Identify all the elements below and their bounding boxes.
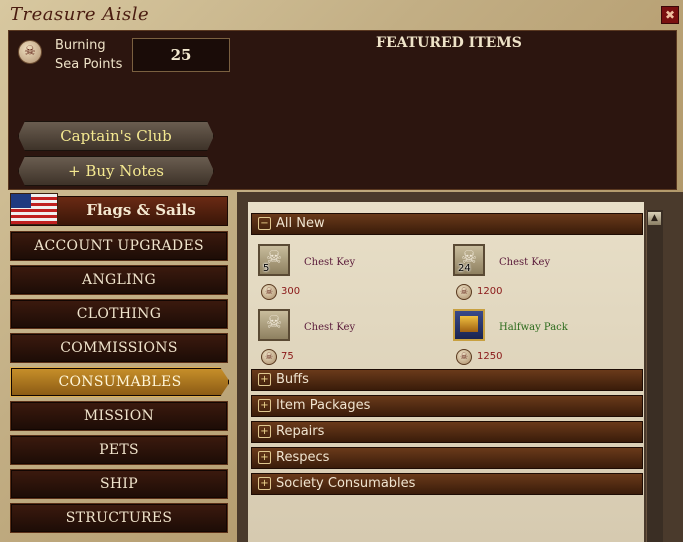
item-name[interactable]: Chest Key [304, 257, 355, 268]
section-society-consumables[interactable]: + Society Consumables [251, 473, 643, 495]
title-bar: Treasure Aisle ✖ [0, 0, 683, 30]
item-name[interactable]: Chest Key [304, 322, 355, 333]
window-title: Treasure Aisle [10, 4, 150, 25]
category-pets[interactable]: PETS [10, 435, 228, 465]
category-ship[interactable]: SHIP [10, 469, 228, 499]
section-label: Item Packages [276, 398, 371, 413]
section-label: Repairs [276, 424, 325, 439]
collapse-icon[interactable]: − [258, 217, 271, 230]
key-icon: ☠ [266, 312, 283, 333]
section-label: Society Consumables [276, 476, 416, 491]
expand-icon[interactable]: + [258, 425, 271, 438]
flags-sails-label: Flags & Sails [86, 201, 196, 219]
section-label: Respecs [276, 450, 330, 465]
item-price: 75 [281, 351, 294, 362]
halfway-pack-icon[interactable] [453, 309, 485, 341]
flag-icon [10, 193, 58, 225]
scroll-up-icon[interactable]: ▲ [648, 212, 661, 225]
points-label-line1: Burning [55, 38, 106, 53]
section-label: Buffs [276, 372, 309, 387]
category-angling[interactable]: ANGLING [10, 265, 228, 295]
category-consumables[interactable]: CONSUMABLES [10, 367, 230, 397]
category-mission[interactable]: MISSION [10, 401, 228, 431]
expand-icon[interactable]: + [258, 451, 271, 464]
item-quantity: 24 [458, 263, 471, 274]
section-respecs[interactable]: + Respecs [251, 447, 643, 469]
section-repairs[interactable]: + Repairs [251, 421, 643, 443]
category-commissions[interactable]: COMMISSIONS [10, 333, 228, 363]
item-name[interactable]: Chest Key [499, 257, 550, 268]
chest-key-icon[interactable]: ☠ 5 [258, 244, 290, 276]
item-quantity: 5 [263, 263, 270, 274]
skull-coin-icon: ☠ [456, 284, 472, 300]
buy-notes-button[interactable]: + Buy Notes [18, 156, 214, 186]
skull-coin-icon: ☠ [18, 40, 42, 64]
section-buffs[interactable]: + Buffs [251, 369, 643, 391]
points-label-line2: Sea Points [55, 57, 123, 72]
chest-icon [460, 316, 478, 332]
featured-items-title: FEATURED ITEMS [376, 35, 522, 51]
treasure-aisle-window: Treasure Aisle ✖ ☠ Burning Sea Points 25… [0, 0, 683, 542]
chest-key-icon[interactable]: ☠ 24 [453, 244, 485, 276]
item-price: 300 [281, 286, 301, 297]
section-label: All New [276, 216, 325, 231]
category-account-upgrades[interactable]: ACCOUNT UPGRADES [10, 231, 228, 261]
skull-coin-icon: ☠ [261, 349, 277, 365]
captains-club-button[interactable]: Captain's Club [18, 121, 214, 151]
item-price: 1200 [477, 286, 503, 297]
skull-coin-icon: ☠ [456, 349, 472, 365]
chest-key-icon[interactable]: ☠ [258, 309, 290, 341]
points-value: 25 [132, 38, 230, 72]
points-label: Burning Sea Points [55, 36, 135, 74]
category-clothing[interactable]: CLOTHING [10, 299, 228, 329]
scrollbar[interactable]: ▲ [646, 210, 663, 542]
expand-icon[interactable]: + [258, 399, 271, 412]
skull-coin-icon: ☠ [261, 284, 277, 300]
section-item-packages[interactable]: + Item Packages [251, 395, 643, 417]
category-structures[interactable]: STRUCTURES [10, 503, 228, 533]
close-icon[interactable]: ✖ [661, 6, 679, 24]
item-price: 1250 [477, 351, 503, 362]
section-all-new[interactable]: − All New [251, 213, 643, 235]
expand-icon[interactable]: + [258, 373, 271, 386]
expand-icon[interactable]: + [258, 477, 271, 490]
item-name[interactable]: Halfway Pack [499, 322, 568, 333]
